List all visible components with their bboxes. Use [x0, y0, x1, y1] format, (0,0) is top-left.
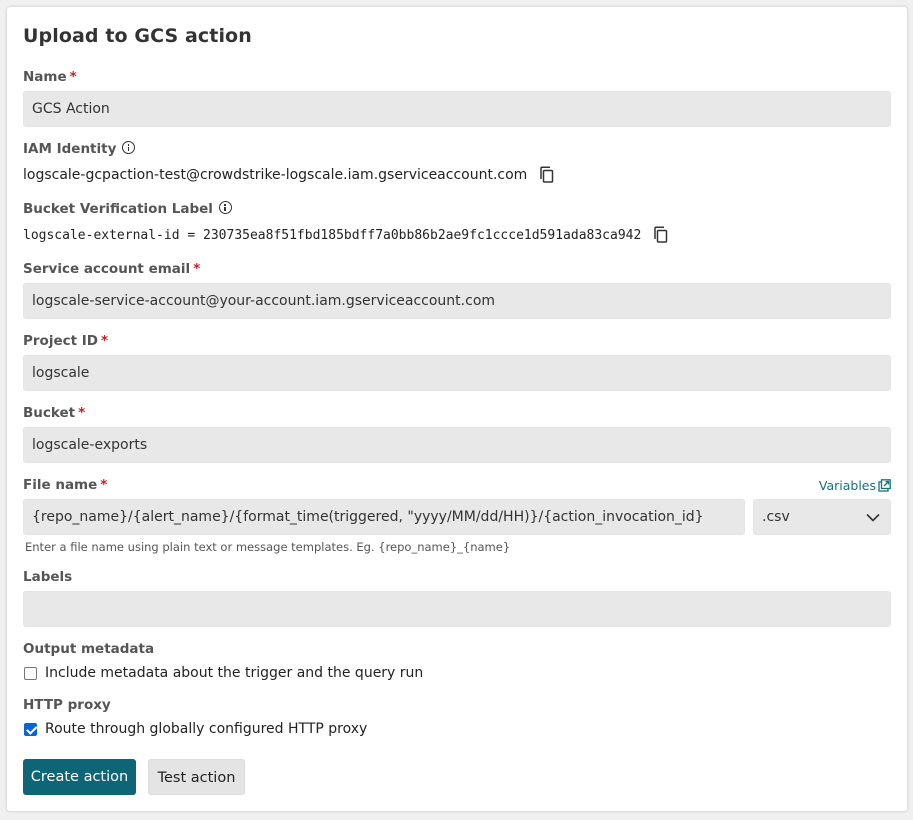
bucket-input[interactable]: logscale-exports: [23, 427, 891, 463]
required-marker: *: [193, 261, 201, 277]
variables-link[interactable]: Variables: [819, 478, 891, 493]
project-id-input[interactable]: logscale: [23, 355, 891, 391]
service-account-label: Service account email *: [23, 261, 201, 277]
required-marker: *: [78, 405, 86, 421]
info-icon[interactable]: [218, 201, 232, 214]
bucket-verification-value: logscale-external-id = 230735ea8f51fbd18…: [23, 227, 642, 243]
output-metadata-label: Output metadata: [23, 641, 155, 657]
required-marker: *: [69, 69, 77, 85]
test-action-button[interactable]: Test action: [148, 759, 245, 795]
copy-icon[interactable]: [539, 166, 555, 184]
form-title: Upload to GCS action: [23, 25, 252, 47]
name-label: Name *: [23, 69, 77, 85]
info-icon[interactable]: [122, 141, 136, 154]
file-extension-select[interactable]: .csv: [753, 499, 891, 535]
output-metadata-checkbox-label[interactable]: Include metadata about the trigger and t…: [45, 665, 423, 681]
name-input[interactable]: GCS Action: [23, 91, 891, 127]
output-metadata-checkbox[interactable]: [24, 666, 37, 680]
required-marker: *: [101, 333, 109, 349]
file-name-hint: Enter a file name using plain text or me…: [25, 540, 511, 554]
labels-input[interactable]: [23, 591, 891, 627]
bucket-verification-row: logscale-external-id = 230735ea8f51fbd18…: [23, 226, 669, 244]
project-id-label: Project ID *: [23, 333, 109, 349]
http-proxy-checkbox[interactable]: [24, 722, 37, 736]
output-metadata-option[interactable]: Include metadata about the trigger and t…: [24, 665, 423, 681]
create-action-button[interactable]: Create action: [23, 759, 136, 795]
bucket-verification-label: Bucket Verification Label: [23, 201, 232, 217]
http-proxy-option[interactable]: Route through globally configured HTTP p…: [24, 721, 367, 737]
file-extension-value: .csv: [762, 509, 790, 525]
required-marker: *: [100, 477, 108, 493]
bucket-label: Bucket *: [23, 405, 86, 421]
service-account-input[interactable]: logscale-service-account@your-account.ia…: [23, 283, 891, 319]
labels-label: Labels: [23, 569, 73, 585]
file-name-input[interactable]: {repo_name}/{alert_name}/{format_time(tr…: [23, 499, 745, 535]
gcs-action-form: Upload to GCS action Name * GCS Action IA…: [7, 7, 907, 811]
iam-identity-label: IAM Identity: [23, 141, 136, 157]
copy-icon[interactable]: [653, 226, 669, 244]
chevron-down-icon: [866, 513, 880, 522]
http-proxy-checkbox-label[interactable]: Route through globally configured HTTP p…: [45, 721, 367, 737]
variables-link-text[interactable]: Variables: [819, 478, 876, 493]
iam-identity-value: logscale-gcpaction-test@crowdstrike-logs…: [23, 167, 528, 183]
iam-identity-row: logscale-gcpaction-test@crowdstrike-logs…: [23, 166, 555, 184]
http-proxy-label: HTTP proxy: [23, 697, 111, 713]
external-link-icon: [878, 479, 891, 492]
file-name-label: File name *: [23, 477, 108, 493]
